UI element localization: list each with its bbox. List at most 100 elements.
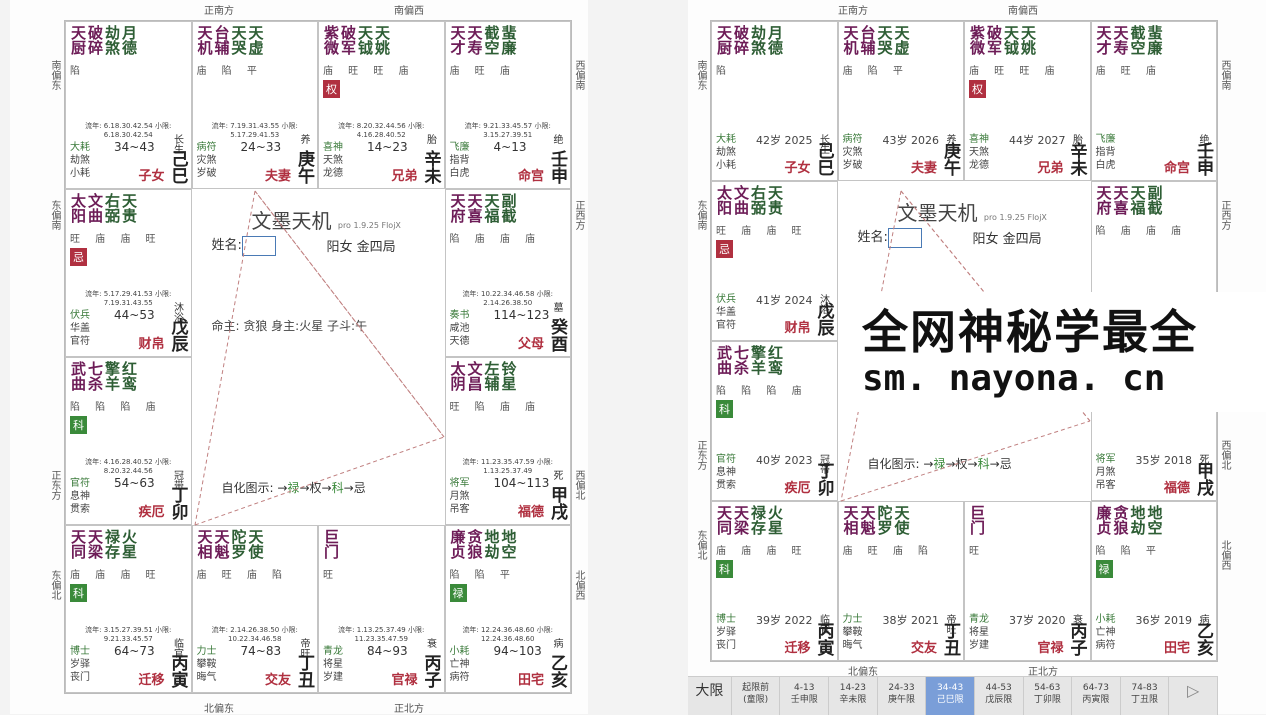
star-char: 虚 — [892, 40, 911, 55]
age-year: 39岁 2022 — [756, 614, 813, 627]
life-stage: 衰 — [424, 638, 436, 648]
palace-cell-hai[interactable]: 廉贞 贪狼 地劫 地空陷 陷 平禄 36岁 2019 病小耗 亡神 病符 田宅 乙亥 — [1090, 501, 1217, 661]
star-name: 太阳 — [69, 193, 87, 223]
star-char: 陀 — [875, 505, 894, 520]
star-char: 太 — [448, 361, 467, 376]
star-char: 使 — [246, 544, 265, 559]
god-name: 岁破 — [842, 160, 863, 171]
star-char: 虚 — [246, 40, 265, 55]
gods-list: 飞廉 指背 白虎 — [1096, 133, 1136, 172]
star-list: 天机 台辅 天哭 天虚 — [841, 25, 911, 55]
star-list: 廉贞 贪狼 地劫 地空 — [1095, 505, 1164, 535]
star-name: 蜚廉 — [1146, 25, 1164, 55]
palace-cell-zi[interactable]: 巨门 旺 37岁 2020 衰青龙 将星 岁建 官禄 丙子 — [964, 501, 1091, 661]
palace-cell-yin[interactable]: 天同 天梁 禄存 火星庙 庙 庙 旺科 39岁 2022 临官 博士 岁驿 丧门 迁移 丙寅 — [711, 501, 838, 661]
star-name: 天哭 — [875, 25, 894, 55]
star-list: 太阳 文曲 右弼 天贵 — [715, 185, 784, 215]
star-name: 天使 — [246, 529, 265, 559]
star-char: 右 — [749, 185, 767, 200]
palace-cell-you[interactable]: 天府 天喜 天福 副截陷 庙 庙 庙流年: 10.22.34.46.58 小限: 2.… — [444, 189, 571, 357]
star-char: 天 — [448, 193, 467, 208]
star-char: 副 — [1145, 185, 1164, 200]
decade-range: 34~43 — [114, 140, 155, 154]
transform-badge: 权 — [969, 80, 986, 98]
brightness-row: 庙 庙 庙 旺 — [70, 570, 162, 581]
palace-cell-shen[interactable]: 天才 天寿 截空 蜚廉庙 旺 庙流年: 9.21.33.45.57 小限: 3.15.… — [444, 21, 571, 189]
star-list: 天厨 破碎 劫煞 月德 — [715, 25, 784, 55]
palace-cell-si[interactable]: 天厨 破碎 劫煞 月德陷 42岁 2025 长生 大耗 劫煞 小耗 子女 己巳 — [711, 21, 838, 181]
age-year: 38岁 2021 — [882, 614, 940, 627]
name-input[interactable] — [887, 227, 922, 248]
palace-cell-mao[interactable]: 武曲 七杀 擎羊 红鸾陷 陷 陷 庙科流年: 4.16.28.40.52 小限: 8.… — [65, 357, 192, 525]
palace-cell-chen[interactable]: 太阳 文曲 右弼 天贵旺 庙 庙 旺忌流年: 5.17.29.41.53 小限: 7.… — [65, 189, 192, 357]
star-char: 天 — [373, 25, 391, 40]
ganzhi: 戊辰 — [813, 302, 834, 336]
name-input[interactable] — [241, 235, 276, 256]
palace-cell-xu[interactable]: 太阴 文昌 左辅 铃星旺 陷 庙 庙流年: 11.23.35.47.59 小限: 1.… — [444, 357, 571, 525]
star-char: 天 — [875, 25, 894, 40]
star-name: 天福 — [1129, 185, 1147, 215]
decade-tab[interactable]: 44-53 戊辰限 — [975, 677, 1024, 715]
palace-cell-chou[interactable]: 天相 天魁 陀罗 天使庙 旺 庙 陷流年: 2.14.26.38.50 小限: 10.… — [191, 525, 318, 693]
palace-cell-chou[interactable]: 天相 天魁 陀罗 天使庙 旺 庙 陷 38岁 2021 帝旺 力士 攀鞍 晦气 交友 丁丑 — [837, 501, 964, 661]
direction-label: 南偏西 — [1008, 6, 1038, 17]
palace-cell-yin[interactable]: 天同 天梁 禄存 火星庙 庙 庙 旺科流年: 3.15.27.39.51 小限: 9.… — [65, 525, 192, 693]
decade-label: 大限 — [688, 677, 732, 715]
palace-cell-wu[interactable]: 天机 台辅 天哭 天虚庙 陷 平流年: 7.19.31.43.55 小限: 5.17.… — [191, 21, 318, 189]
name-field: 姓名: — [858, 226, 922, 248]
decade-tab[interactable]: 64-73 丙寅限 — [1072, 677, 1121, 715]
palace-cell-zi[interactable]: 巨门 旺流年: 1.13.25.37.49 小限: 11.23.35.47.59… — [318, 525, 445, 693]
play-button[interactable]: ▷ — [1169, 677, 1218, 715]
star-char: 天 — [715, 25, 733, 40]
brightness-row: 庙 旺 庙 陷 — [196, 570, 289, 581]
star-char: 火 — [766, 505, 784, 520]
transform-badge: 忌 — [70, 248, 87, 266]
palace-cell-mao[interactable]: 武曲 七杀 擎羊 红鸾陷 陷 陷 庙科 40岁 2023 冠带 官符 息神 贯索 疾厄 丁卯 — [711, 341, 838, 501]
hua-ke: 科 — [331, 481, 344, 495]
decade-tab[interactable]: 34-43 己巳限 — [926, 677, 975, 715]
star-char: 阳 — [715, 200, 733, 215]
god-name: 亡神 — [1095, 627, 1116, 638]
decade-tab-bottom: 丁丑限 — [1131, 695, 1159, 705]
palace-cell-shen[interactable]: 天才 天寿 截空 蜚廉庙 旺 庙绝飞廉 指背 白虎 命宫 壬申 — [1090, 21, 1217, 181]
palace-name: 福德 — [1163, 481, 1190, 496]
star-char: 钺 — [1002, 40, 1020, 55]
star-char: 台 — [858, 25, 877, 40]
decade-tab-top: 44-53 — [985, 683, 1012, 693]
god-name: 将军 — [449, 478, 470, 489]
palace-cell-wei[interactable]: 紫微 破军 天钺 天姚庙 旺 旺 庙权流年: 8.20.32.44.56 小限: 4.… — [318, 21, 445, 189]
god-name: 病符 — [1095, 640, 1116, 651]
decade-tab[interactable]: 14-23 辛未限 — [829, 677, 878, 715]
star-char: 天 — [465, 193, 484, 208]
decade-tab[interactable]: 54-63 丁卯限 — [1024, 677, 1073, 715]
star-name: 火星 — [766, 505, 784, 535]
decade-tab[interactable]: 4-13 壬申限 — [780, 677, 830, 715]
app-title-text: 文墨天机 — [251, 209, 332, 233]
god-name: 小耗 — [716, 160, 736, 171]
palace-cell-hai[interactable]: 廉贞 贪狼 地劫 地空陷 陷 平禄流年: 12.24.36.48.60 小限: 12.… — [444, 525, 571, 693]
decade-tab[interactable]: 24-33 庚午限 — [878, 677, 927, 715]
direction-label: 南偏东 — [695, 60, 706, 90]
palace-cell-chen[interactable]: 太阳 文曲 右弼 天贵旺 庙 庙 旺忌 41岁 2024 沐浴 伏兵 华盖 官符 财帛 戊辰 — [711, 181, 838, 341]
star-char: 天 — [841, 25, 860, 40]
palace-cell-wu[interactable]: 天机 台辅 天哭 天虚庙 陷 平 43岁 2026 养病符 灾煞 岁破 夫妻 庚午 — [837, 21, 964, 181]
star-char: 钺 — [356, 40, 374, 55]
age-year: 36岁 2019 — [1135, 614, 1193, 627]
star-name: 巨门 — [322, 529, 340, 559]
palace-cell-si[interactable]: 天厨 破碎 劫煞 月德陷流年: 6.18.30.42.54 小限: 6.18.30.4… — [65, 21, 192, 189]
decade-range: 114~123 — [493, 308, 550, 322]
god-name: 官符 — [716, 320, 736, 331]
decade-tab[interactable]: 起限前 (童限) — [732, 677, 781, 715]
age-year: 44岁 2027 — [1009, 134, 1066, 147]
god-name: 奏书 — [449, 310, 470, 321]
direction-label: 西偏北 — [573, 470, 584, 500]
palace-cell-wei[interactable]: 紫微 破军 天钺 天姚庙 旺 旺 庙权 44岁 2027 胎喜神 天煞 龙德 兄弟 辛未 — [964, 21, 1091, 181]
god-name: 飞廉 — [1095, 134, 1116, 145]
hua-ji: →忌 — [343, 481, 366, 495]
star-char: 军 — [985, 40, 1003, 55]
decade-tab[interactable]: 74-83 丁丑限 — [1121, 677, 1170, 715]
star-char: 截 — [482, 25, 501, 40]
star-char: 哭 — [875, 40, 894, 55]
brightness-row: 陷 — [716, 66, 732, 77]
star-char: 德 — [120, 40, 138, 55]
